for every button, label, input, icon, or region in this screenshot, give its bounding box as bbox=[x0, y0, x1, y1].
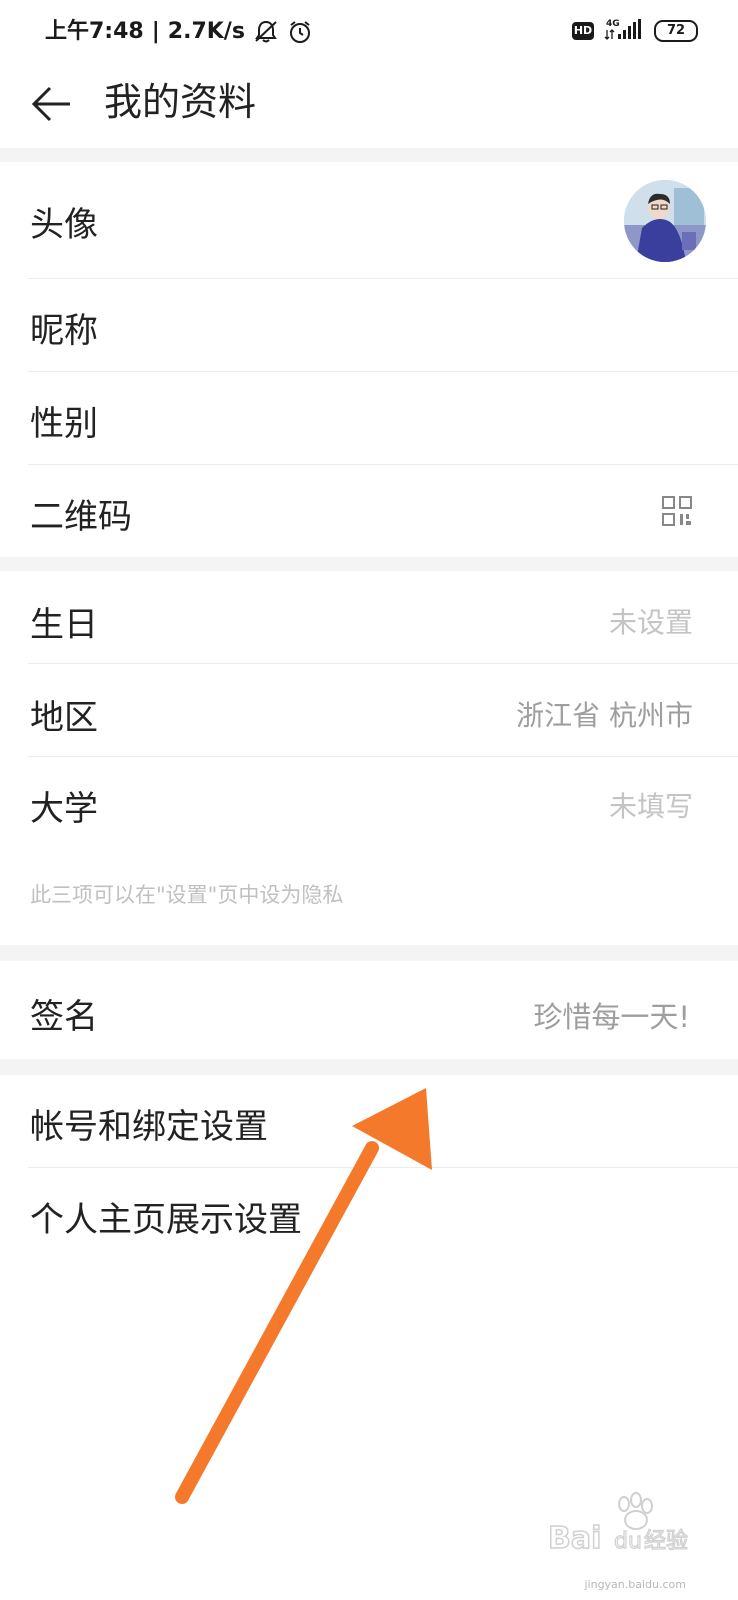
gender-label: 性别 bbox=[30, 404, 98, 444]
account-binding-row[interactable]: 帐号和绑定设置 bbox=[0, 1075, 738, 1167]
avatar[interactable] bbox=[624, 180, 706, 262]
signature-label: 签名 bbox=[30, 997, 98, 1037]
watermark-brand-cn: 经验 bbox=[644, 1529, 688, 1554]
hd-badge: HD bbox=[572, 22, 594, 40]
app-header: 我的资料 bbox=[0, 64, 738, 148]
university-label: 大学 bbox=[30, 789, 98, 829]
watermark-url: jingyan.baidu.com bbox=[584, 1578, 686, 1591]
university-row[interactable]: 大学 未填写 此三项可以在"设置"页中设为隐私 bbox=[0, 757, 738, 945]
avatar-row[interactable]: 头像 bbox=[0, 162, 738, 278]
section-gap bbox=[0, 945, 738, 961]
back-arrow-icon bbox=[31, 86, 70, 122]
status-bar-right: HD 4G 72 bbox=[572, 17, 698, 45]
status-separator: | bbox=[151, 19, 160, 44]
university-value: 未填写 bbox=[608, 790, 693, 823]
homepage-display-row[interactable]: 个人主页展示设置 bbox=[0, 1168, 738, 1260]
region-row[interactable]: 地区 浙江省 杭州市 bbox=[0, 664, 738, 756]
back-button[interactable] bbox=[28, 80, 76, 128]
avatar-image bbox=[624, 180, 706, 262]
baidu-paw-logo: Bai du 经验 bbox=[547, 1492, 689, 1557]
qr-code-icon bbox=[662, 496, 692, 526]
section-gap bbox=[0, 557, 738, 571]
nickname-label: 昵称 bbox=[30, 311, 98, 351]
section-gap bbox=[0, 148, 738, 162]
battery-indicator: 72 bbox=[654, 20, 698, 42]
qrcode-row[interactable]: 二维码 bbox=[0, 465, 738, 557]
status-bar-left: 上午7:48 | 2.7K/s bbox=[45, 18, 313, 46]
section-gap bbox=[0, 1059, 738, 1075]
birthday-row[interactable]: 生日 未设置 bbox=[0, 571, 738, 663]
signature-value: 珍惜每一天! bbox=[533, 1000, 690, 1034]
status-bar: 上午7:48 | 2.7K/s HD 4G 72 bbox=[0, 0, 738, 64]
birthday-value: 未设置 bbox=[608, 606, 693, 639]
homepage-display-label: 个人主页展示设置 bbox=[30, 1200, 302, 1240]
privacy-hint: 此三项可以在"设置"页中设为隐私 bbox=[30, 883, 344, 907]
page-title: 我的资料 bbox=[104, 80, 257, 124]
svg-text:du: du bbox=[614, 1529, 642, 1554]
region-label: 地区 bbox=[30, 698, 98, 738]
my-profile-screen: 上午7:48 | 2.7K/s HD 4G 72 我的资料 头像 昵称 性别 二… bbox=[0, 0, 738, 1600]
signal-4g-icon: 4G bbox=[604, 17, 644, 45]
watermark-brand: Bai bbox=[548, 1521, 601, 1556]
signature-row[interactable]: 签名 珍惜每一天! bbox=[0, 961, 738, 1059]
birthday-label: 生日 bbox=[30, 605, 98, 645]
alarm-clock-icon bbox=[287, 19, 313, 45]
avatar-label: 头像 bbox=[30, 205, 98, 245]
status-net-speed: 2.7K/s bbox=[167, 19, 245, 44]
account-binding-label: 帐号和绑定设置 bbox=[30, 1107, 268, 1147]
gender-row[interactable]: 性别 bbox=[0, 372, 738, 464]
baidu-watermark: Bai du 经验 bbox=[547, 1490, 698, 1570]
nickname-row[interactable]: 昵称 bbox=[0, 279, 738, 371]
qrcode-label: 二维码 bbox=[30, 497, 132, 537]
svg-text:4G: 4G bbox=[606, 19, 620, 29]
region-value: 浙江省 杭州市 bbox=[516, 699, 693, 732]
mute-bell-icon bbox=[253, 19, 279, 45]
status-time: 上午7:48 bbox=[45, 19, 144, 44]
